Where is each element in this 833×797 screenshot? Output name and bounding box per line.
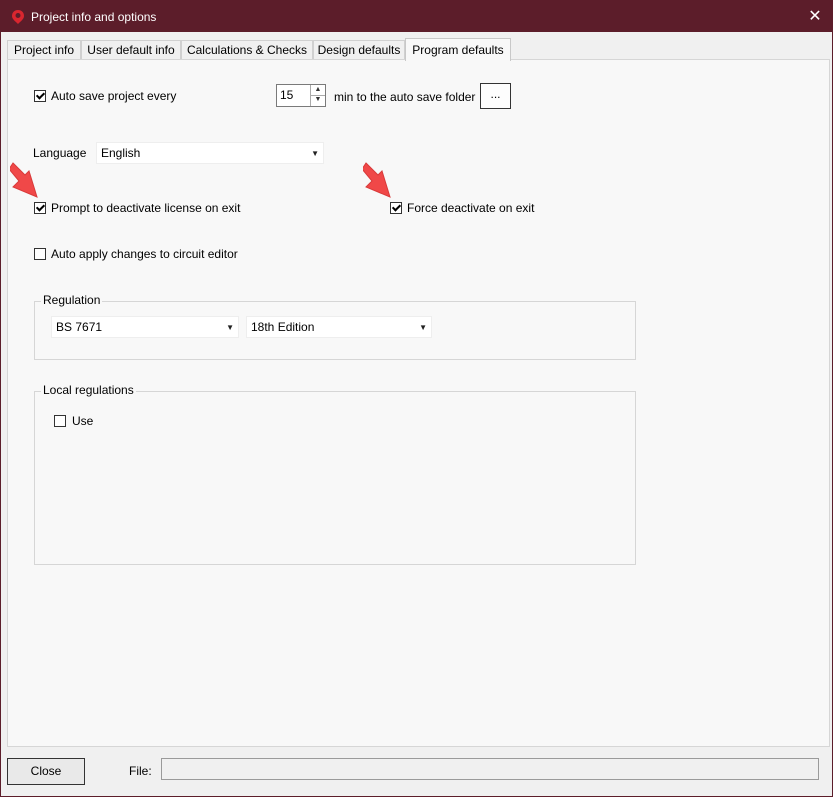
dialog-window: Project info and options ✕ Project info …	[0, 0, 833, 797]
close-icon[interactable]: ✕	[798, 1, 832, 32]
autosave-suffix-label: min to the auto save folder	[334, 90, 476, 104]
tab-calculations-checks[interactable]: Calculations & Checks	[181, 40, 313, 60]
stepper-buttons: ▲ ▼	[310, 85, 325, 106]
chevron-down-icon: ▼	[311, 149, 319, 158]
local-regulations-group: Local regulations Use	[34, 383, 636, 565]
regulation-standard-dropdown[interactable]: BS 7671 ▼	[51, 316, 239, 338]
local-regulations-use-label: Use	[72, 414, 94, 428]
window-title: Project info and options	[31, 10, 157, 24]
regulation-standard-value: BS 7671	[56, 320, 103, 334]
language-value: English	[101, 146, 141, 160]
local-regulations-use-checkbox[interactable]	[54, 415, 66, 427]
browse-folder-button[interactable]: ...	[480, 83, 511, 109]
tab-user-default-info[interactable]: User default info	[81, 40, 181, 60]
language-dropdown[interactable]: English ▼	[96, 142, 324, 164]
autosave-label: Auto save project every	[51, 89, 177, 103]
file-path-field	[161, 758, 819, 780]
auto-apply-checkbox[interactable]	[34, 248, 46, 260]
autosave-checkbox[interactable]	[34, 90, 46, 102]
regulation-group: Regulation BS 7671 ▼ 18th Edition ▼	[34, 293, 636, 360]
tab-design-defaults[interactable]: Design defaults	[313, 40, 405, 60]
chevron-down-icon: ▼	[419, 323, 427, 332]
program-defaults-panel: Auto save project every 15 ▲ ▼ min to th…	[7, 59, 830, 747]
language-label: Language	[33, 146, 87, 160]
prompt-deactivate-label: Prompt to deactivate license on exit	[51, 201, 241, 215]
autosave-minutes-stepper[interactable]: 15 ▲ ▼	[276, 84, 326, 107]
regulation-edition-value: 18th Edition	[251, 320, 315, 334]
auto-apply-label: Auto apply changes to circuit editor	[51, 247, 238, 261]
annotation-arrow-icon	[363, 162, 391, 198]
force-deactivate-label: Force deactivate on exit	[407, 201, 535, 215]
app-logo-icon	[12, 10, 24, 24]
close-button[interactable]: Close	[7, 758, 85, 785]
autosave-minutes-value: 15	[280, 88, 294, 102]
tab-project-info[interactable]: Project info	[7, 40, 81, 60]
chevron-down-icon: ▼	[226, 323, 234, 332]
stepper-down-icon[interactable]: ▼	[311, 95, 325, 105]
annotation-arrow-icon	[10, 162, 38, 198]
local-regulations-group-title: Local regulations	[41, 383, 136, 397]
title-bar: Project info and options ✕	[1, 1, 832, 32]
tab-program-defaults[interactable]: Program defaults	[405, 38, 511, 61]
regulation-edition-dropdown[interactable]: 18th Edition ▼	[246, 316, 432, 338]
file-label: File:	[129, 764, 152, 778]
prompt-deactivate-checkbox[interactable]	[34, 202, 46, 214]
force-deactivate-checkbox[interactable]	[390, 202, 402, 214]
regulation-group-title: Regulation	[41, 293, 103, 307]
